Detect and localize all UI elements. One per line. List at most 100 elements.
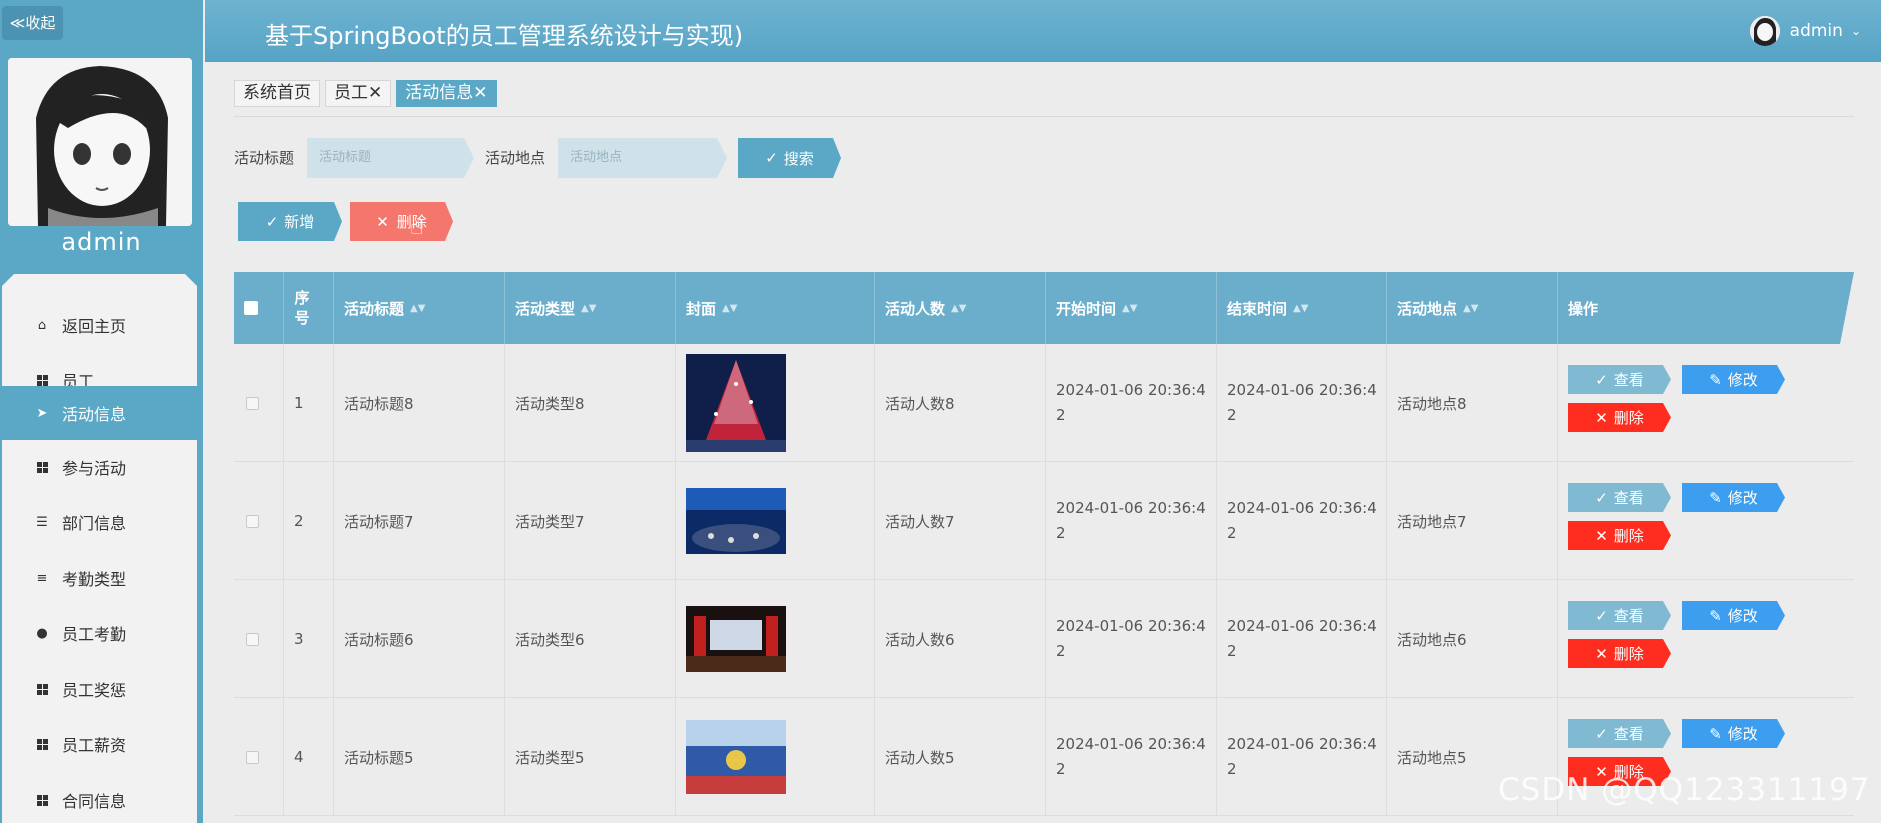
table-row: 2 活动标题7 活动类型7 活动人数7 2024-01-06 20:36:4 2… — [234, 462, 1854, 580]
close-icon: ✕ — [1595, 408, 1608, 427]
grid-icon — [34, 792, 50, 808]
tab-home[interactable]: 系统首页 — [234, 80, 320, 107]
sliders-icon: ☰ — [36, 514, 48, 530]
user-menu[interactable]: admin ⌄ — [1749, 16, 1861, 46]
cell-type: 活动类型7 — [505, 462, 676, 580]
cell-count: 活动人数8 — [875, 344, 1046, 462]
cover-image — [686, 488, 786, 554]
table-row: 3 活动标题6 活动类型6 活动人数6 2024-01-06 20:36:4 2… — [234, 580, 1854, 698]
cell-place: 活动地点7 — [1387, 462, 1558, 580]
sidebar: ≪收起 admin ⌂ 返回主页 员工 ➤ 活动信息 参与活动 ☰ 部门信息 ≡… — [0, 0, 203, 823]
divider — [234, 116, 1854, 117]
cell-count: 活动人数5 — [875, 698, 1046, 816]
column-header-place[interactable]: 活动地点 ▲▼ — [1387, 272, 1558, 344]
column-header-type[interactable]: 活动类型 ▲▼ — [505, 272, 676, 344]
view-button[interactable]: ✓ 查看 — [1568, 483, 1671, 512]
select-all-checkbox[interactable] — [244, 301, 258, 315]
sidebar-item-attendance-type[interactable]: ≡ 考勤类型 — [2, 551, 197, 605]
sort-icon: ▲▼ — [951, 302, 967, 314]
check-icon: ✓ — [1595, 606, 1608, 625]
column-header-cover[interactable]: 封面 ▲▼ — [676, 272, 875, 344]
paper-plane-icon: ➤ — [36, 405, 48, 421]
column-header-count[interactable]: 活动人数 ▲▼ — [875, 272, 1046, 344]
batch-delete-button[interactable]: ✕ 删除 — [350, 202, 453, 241]
column-header-start[interactable]: 开始时间 ▲▼ — [1046, 272, 1217, 344]
place-search-input[interactable]: 活动地点 — [558, 138, 727, 178]
sidebar-item-salary[interactable]: 员工薪资 — [2, 717, 197, 771]
cell-title: 活动标题5 — [334, 698, 505, 816]
cell-cover — [676, 344, 875, 462]
cell-cover — [676, 580, 875, 698]
cell-index: 2 — [284, 462, 334, 580]
cell-end-time: 2024-01-06 20:36:4 2 — [1217, 344, 1387, 462]
edit-button[interactable]: ✎ 修改 — [1682, 601, 1785, 630]
cell-index: 1 — [284, 344, 334, 462]
sidebar-item-join-activity[interactable]: 参与活动 — [2, 440, 197, 494]
column-header-actions: 操作 — [1568, 299, 1599, 318]
edit-icon: ✎ — [1709, 606, 1722, 625]
grid-icon — [34, 459, 50, 475]
cell-start-time: 2024-01-06 20:36:4 2 — [1046, 580, 1217, 698]
sidebar-item-department[interactable]: ☰ 部门信息 — [2, 495, 197, 549]
view-button[interactable]: ✓ 查看 — [1568, 365, 1671, 394]
row-checkbox-cell — [234, 344, 284, 462]
user-icon: ● — [36, 625, 48, 641]
delete-button[interactable]: ✕ 删除 — [1568, 521, 1671, 550]
sidebar-item-label: 考勤类型 — [62, 570, 127, 589]
row-checkbox[interactable] — [246, 514, 259, 528]
list-icon: ≡ — [36, 570, 48, 586]
delete-button[interactable]: ✕ 删除 — [1568, 639, 1671, 668]
delete-button[interactable]: ✕ 删除 — [1568, 403, 1671, 432]
sidebar-menu: ⌂ 返回主页 员工 ➤ 活动信息 参与活动 ☰ 部门信息 ≡ 考勤类型 ● 员工… — [2, 274, 197, 823]
view-button[interactable]: ✓ 查看 — [1568, 719, 1671, 748]
sidebar-item-activity-info[interactable]: ➤ 活动信息 — [2, 386, 197, 440]
cell-cover — [676, 698, 875, 816]
cell-type: 活动类型5 — [505, 698, 676, 816]
table-header: 序号 活动标题 ▲▼ 活动类型 ▲▼ 封面 ▲▼ 活动人数 ▲▼ 开始时间 ▲▼ 结束时间… — [234, 272, 1854, 344]
row-checkbox-cell — [234, 698, 284, 816]
home-icon: ⌂ — [37, 317, 47, 333]
cell-end-time: 2024-01-06 20:36:4 2 — [1217, 462, 1387, 580]
column-header-title[interactable]: 活动标题 ▲▼ — [334, 272, 505, 344]
cell-actions: ✓ 查看 ✎ 修改 ✕ 删除 — [1558, 580, 1854, 698]
sidebar-item-contract[interactable]: 合同信息 — [2, 773, 197, 823]
collapse-button[interactable]: ≪收起 — [2, 6, 63, 40]
sidebar-item-label: 员工奖惩 — [62, 681, 127, 700]
search-button[interactable]: ✓ 搜索 — [738, 138, 841, 178]
activity-table: 序号 活动标题 ▲▼ 活动类型 ▲▼ 封面 ▲▼ 活动人数 ▲▼ 开始时间 ▲▼ 结束时间… — [234, 272, 1854, 823]
check-circle-icon: ✓ — [265, 212, 279, 231]
sort-icon: ▲▼ — [1122, 302, 1138, 314]
add-button[interactable]: ✓ 新增 — [238, 202, 342, 241]
cell-place: 活动地点8 — [1387, 344, 1558, 462]
edit-button[interactable]: ✎ 修改 — [1682, 719, 1785, 748]
tab-activity-info[interactable]: 活动信息✕ — [396, 80, 497, 107]
sidebar-item-reward[interactable]: 员工奖惩 — [2, 662, 197, 716]
close-icon: ✕ — [376, 212, 389, 231]
close-icon: ✕ — [1595, 526, 1608, 545]
cover-image — [686, 720, 786, 794]
row-checkbox[interactable] — [246, 396, 259, 410]
cell-start-time: 2024-01-06 20:36:4 2 — [1046, 344, 1217, 462]
column-header-end[interactable]: 结束时间 ▲▼ — [1217, 272, 1387, 344]
sort-icon: ▲▼ — [410, 302, 426, 314]
row-checkbox[interactable] — [246, 750, 259, 764]
view-button[interactable]: ✓ 查看 — [1568, 601, 1671, 630]
cell-index: 3 — [284, 580, 334, 698]
edit-icon: ✎ — [1709, 488, 1722, 507]
row-checkbox[interactable] — [246, 632, 259, 646]
sidebar-item-label: 员工考勤 — [62, 625, 127, 644]
sidebar-item-attendance[interactable]: ● 员工考勤 — [2, 606, 197, 660]
sort-icon: ▲▼ — [1293, 302, 1309, 314]
title-search-input[interactable]: 活动标题 — [307, 138, 474, 178]
tab-employee[interactable]: 员工✕ — [325, 80, 392, 107]
top-header: 基于SpringBoot的员工管理系统设计与实现) admin ⌄ — [205, 0, 1881, 62]
edit-button[interactable]: ✎ 修改 — [1682, 365, 1785, 394]
sidebar-item-label: 参与活动 — [62, 459, 127, 478]
cell-title: 活动标题7 — [334, 462, 505, 580]
sidebar-item-label: 返回主页 — [62, 317, 127, 336]
edit-button[interactable]: ✎ 修改 — [1682, 483, 1785, 512]
close-icon: ✕ — [1595, 644, 1608, 663]
sidebar-item-home[interactable]: ⌂ 返回主页 — [2, 298, 197, 352]
row-checkbox-cell — [234, 580, 284, 698]
check-icon: ✓ — [1595, 488, 1608, 507]
